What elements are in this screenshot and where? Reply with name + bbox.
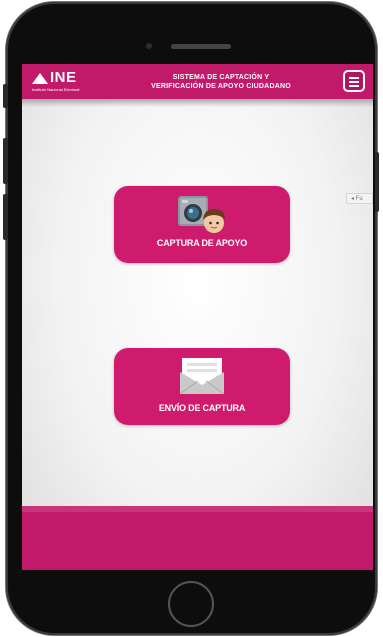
envelope-icon [179,358,225,395]
app-title-line2: VERIFICACIÓN DE APOYO CIUDADANO [151,83,291,90]
volume-up-button [3,138,8,184]
camera-person-icon [178,196,225,233]
side-tab[interactable]: ◂ Fu [346,193,373,204]
footer-bar [22,506,373,570]
ine-logo-mark-icon [32,73,48,84]
hamburger-menu-button[interactable] [343,70,365,92]
captura-de-apoyo-button[interactable]: CAPTURA DE APOYO [114,186,290,263]
power-button [375,152,379,212]
envio-de-captura-button[interactable]: ENVÍO DE CAPTURA [114,348,290,425]
envio-de-captura-label: ENVÍO DE CAPTURA [158,403,246,413]
footer-highlight [22,506,373,512]
app-title-line1: SISTEMA DE CAPTACIÓN Y [172,74,270,81]
home-button[interactable] [168,581,214,627]
app-screen: INE Instituto Nacional Electoral SISTEMA… [22,64,373,570]
logo-subtext: Instituto Nacional Electoral [32,87,80,92]
app-title: SISTEMA DE CAPTACIÓN Y VERIFICACIÓN DE A… [114,73,328,91]
menu-line-icon [349,85,359,87]
app-header: INE Instituto Nacional Electoral SISTEMA… [22,64,373,99]
mute-switch [3,84,8,108]
volume-down-button [3,194,8,240]
speaker-grille [171,44,231,49]
menu-line-icon [349,77,359,79]
header-shadow [22,99,373,107]
captura-de-apoyo-label: CAPTURA DE APOYO [156,238,248,248]
front-camera [146,43,152,49]
logo-text: INE [50,69,77,86]
menu-line-icon [349,81,359,83]
ine-logo: INE Instituto Nacional Electoral [32,70,112,94]
